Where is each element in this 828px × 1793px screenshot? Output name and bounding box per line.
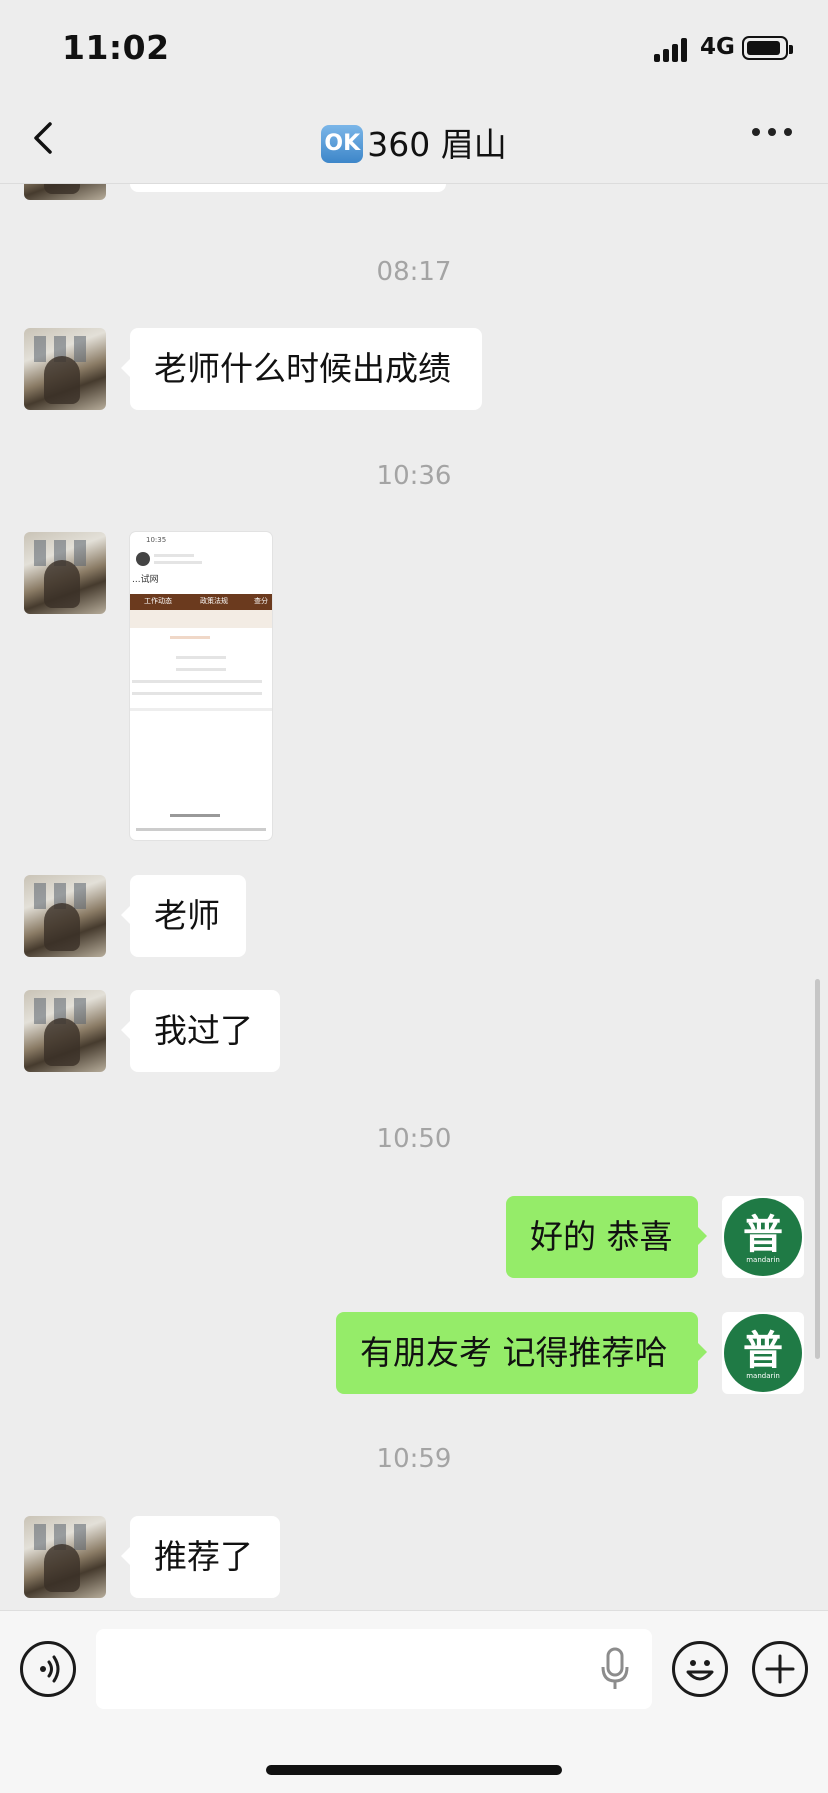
signal-icon: [654, 38, 690, 62]
message-bubble[interactable]: 老师什么时候出成绩: [121, 328, 482, 410]
self-avatar[interactable]: 普 mandarin: [722, 1312, 804, 1394]
contact-avatar[interactable]: [24, 328, 106, 410]
voice-icon[interactable]: [20, 1641, 76, 1697]
self-avatar-caption: mandarin: [746, 1256, 780, 1264]
home-indicator[interactable]: [266, 1765, 562, 1775]
battery-icon: [742, 36, 793, 60]
ok-emoji-icon: OK: [321, 124, 364, 163]
timestamp: 10:59: [376, 1444, 452, 1474]
message-bubble[interactable]: 我过了: [121, 990, 280, 1072]
chat-area[interactable]: 08:17 老师什么时候出成绩 10:36 10:35 ...试网 工作动态 政…: [0, 184, 828, 1610]
thumb-tab: 查分: [254, 597, 268, 605]
contact-avatar[interactable]: [24, 875, 106, 957]
contact-avatar[interactable]: [24, 990, 106, 1072]
contact-avatar[interactable]: [24, 184, 106, 200]
emoji-icon[interactable]: [672, 1641, 728, 1697]
timestamp: 10:50: [376, 1124, 452, 1154]
self-avatar-character: 普: [743, 1327, 783, 1374]
mic-icon[interactable]: [600, 1647, 630, 1691]
timestamp: 08:17: [376, 257, 452, 287]
status-time: 11:02: [62, 28, 170, 67]
self-avatar-caption: mandarin: [746, 1372, 780, 1380]
input-bar: [0, 1610, 828, 1793]
message-bubble-self[interactable]: 有朋友考 记得推荐哈: [336, 1312, 707, 1394]
thumb-tab: 工作动态: [144, 597, 172, 605]
status-bar: 11:02 4G: [0, 0, 828, 100]
contact-avatar[interactable]: [24, 1516, 106, 1598]
more-icon[interactable]: [752, 128, 792, 140]
scrollbar[interactable]: [815, 979, 820, 1359]
timestamp: 10:36: [376, 461, 452, 491]
chat-title-text: 360 眉山: [367, 125, 507, 164]
message-bubble[interactable]: 老师: [121, 875, 246, 957]
nav-bar: OK 360 眉山: [0, 100, 828, 184]
message-bubble-partial[interactable]: [130, 184, 446, 192]
thumb-tab: 政策法规: [200, 597, 228, 605]
contact-avatar[interactable]: [24, 532, 106, 614]
message-input-box[interactable]: [96, 1629, 652, 1709]
thumb-time: 10:35: [146, 536, 167, 544]
message-bubble[interactable]: 推荐了: [121, 1516, 280, 1598]
thumb-avatar: [136, 552, 150, 566]
image-message[interactable]: 10:35 ...试网 工作动态 政策法规 查分: [130, 532, 272, 840]
chat-title: OK 360 眉山: [0, 118, 828, 166]
message-input[interactable]: [96, 1629, 576, 1709]
self-avatar[interactable]: 普 mandarin: [722, 1196, 804, 1278]
self-avatar-character: 普: [743, 1211, 783, 1258]
thumb-site-name: ...试网: [132, 575, 159, 585]
plus-icon[interactable]: [752, 1641, 808, 1697]
network-type: 4G: [700, 34, 735, 60]
message-bubble-self[interactable]: 好的 恭喜: [506, 1196, 707, 1278]
